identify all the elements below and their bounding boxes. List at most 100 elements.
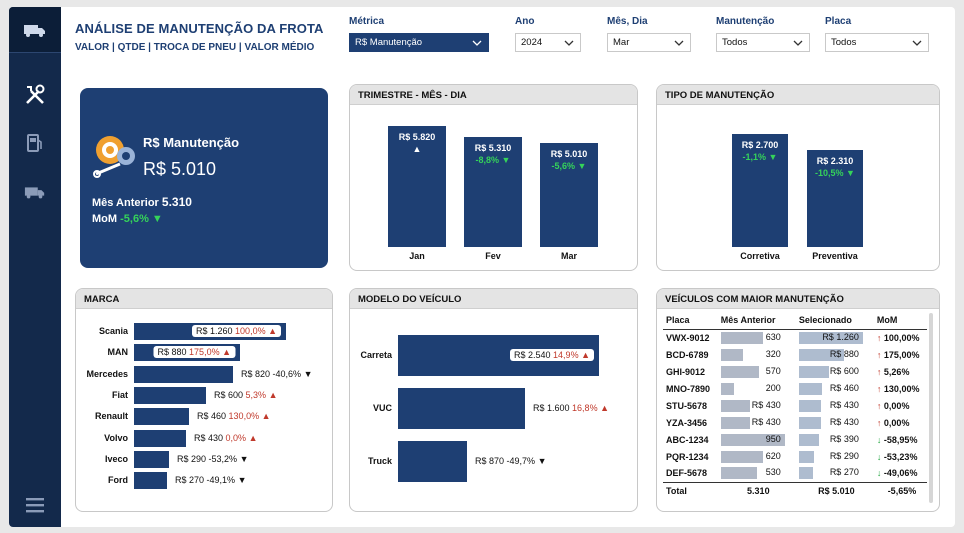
modelo-row[interactable]: Truck R$ 870 -49,7% ▼: [350, 441, 637, 482]
modelo-bar-delta: -49,7%: [506, 456, 536, 466]
tipo-bar[interactable]: R$ 2.310 -10,5% ▼: [807, 150, 863, 247]
triangle-down-icon: ▼: [535, 456, 547, 466]
table-row[interactable]: YZA-3456 R$ 430 R$ 430 ↑ 0,00%: [663, 414, 927, 431]
marca-row-name: Scania: [98, 326, 128, 336]
trimestre-bar-delta-text: -8,8%: [475, 155, 500, 165]
metric-filter: Métrica R$ Manutenção: [349, 16, 489, 52]
modelo-bar-delta: 14,9%: [553, 350, 579, 360]
marca-bar-delta: 0,0%: [225, 432, 247, 443]
menu-icon[interactable]: [21, 491, 49, 519]
table-row[interactable]: DEF-5678 530 R$ 270 ↓ -49,06%: [663, 465, 927, 482]
page-subtitle[interactable]: VALOR | QTDE | TROCA DE PNEU | VALOR MÉD…: [75, 42, 375, 53]
col-placa[interactable]: Placa: [663, 311, 718, 330]
modelo-row[interactable]: Carreta R$ 2.540 14,9% ▲: [350, 335, 637, 376]
col-selecionado[interactable]: Selecionado: [795, 311, 874, 330]
mes-anterior-fill: [720, 467, 757, 480]
marca-row[interactable]: Renault R$ 460 130,0% ▲: [76, 408, 332, 426]
mes-anterior-value: 620: [765, 450, 781, 461]
metric-select[interactable]: R$ Manutenção: [349, 33, 489, 52]
marca-row[interactable]: Scania R$ 1.260 100,0% ▲: [76, 323, 332, 340]
marca-card: MARCA Scania R$ 1.260 100,0% ▲ MAN R$ 880 1…: [75, 288, 333, 512]
cell-placa: PQR-1234: [666, 451, 709, 462]
chevron-down-icon: [674, 40, 684, 46]
marca-bar-delta: -49,1%: [206, 475, 236, 486]
mes-anterior-fill: [720, 382, 734, 395]
table-row[interactable]: STU-5678 R$ 430 R$ 430 ↑ 0,00%: [663, 397, 927, 414]
col-mes-anterior[interactable]: Mês Anterior: [717, 311, 796, 330]
table-row[interactable]: BCD-6789 320 R$ 880 ↑ 175,00%: [663, 346, 927, 363]
cell-mom: ↑ 5,26%: [874, 363, 927, 380]
trimestre-bar[interactable]: R$ 5.010 -5,6% ▼: [540, 143, 598, 247]
marca-bar-value: R$ 1.260: [196, 326, 233, 336]
fuel-icon[interactable]: [21, 129, 49, 157]
modelo-row[interactable]: VUC R$ 1.600 16,8% ▲: [350, 388, 637, 429]
marca-bar-delta: -53,2%: [208, 453, 238, 464]
cell-mes-anterior: R$ 430: [718, 397, 796, 414]
table-row[interactable]: GHI-9012 570 R$ 600 ↑ 5,26%: [663, 363, 927, 380]
marca-bar-label: R$ 820 -40,6% ▼: [237, 368, 317, 380]
selecionado-value: R$ 430: [829, 399, 859, 410]
cell-selecionado: R$ 270: [796, 465, 874, 482]
marca-row[interactable]: Ford R$ 270 -49,1% ▼: [76, 472, 332, 490]
marca-bar-value: R$ 290: [177, 453, 207, 464]
trimestre-title: TRIMESTRE - MÊS - DIA: [350, 85, 637, 105]
cell-mom: ↓ -58,95%: [874, 431, 927, 448]
tipo-bar[interactable]: R$ 2.700 -1,1% ▼: [732, 134, 788, 247]
modelo-row-name: Carreta: [360, 350, 392, 360]
cell-placa: VWX-9012: [666, 332, 710, 343]
kpi-previous: Mês Anterior 5.310: [92, 195, 192, 209]
modelo-bar-value: R$ 870: [475, 456, 505, 466]
table-row[interactable]: ABC-1234 950 R$ 390 ↓ -58,95%: [663, 431, 927, 448]
marca-row[interactable]: Mercedes R$ 820 -40,6% ▼: [76, 365, 332, 383]
marca-bar-delta: 100,0%: [235, 326, 266, 336]
kpi-previous-value: 5.310: [161, 195, 192, 209]
table-row[interactable]: VWX-9012 630 R$ 1.260 ↑ 100,00%: [663, 329, 927, 346]
triangle-down-icon: ▼: [766, 152, 778, 162]
dashboard: ANÁLISE DE MANUTENÇÃO DA FROTA VALOR | Q…: [9, 7, 955, 527]
col-mom[interactable]: MoM: [873, 311, 927, 330]
mes-anterior-value: 630: [765, 331, 781, 342]
maintenance-label: Manutenção: [716, 16, 775, 27]
total-sel: R$ 5.010: [795, 481, 874, 499]
year-select[interactable]: 2024: [515, 33, 581, 52]
mes-anterior-value: 570: [765, 365, 781, 376]
table-header: Placa Mês Anterior Selecionado MoM: [663, 311, 927, 330]
total-mom: -5,65%: [873, 481, 927, 499]
cell-selecionado: R$ 390: [796, 431, 874, 448]
modelo-bar: [398, 441, 467, 482]
sidebar-home[interactable]: [9, 7, 61, 53]
marca-row-name: Iveco: [104, 453, 128, 464]
triangle-up-icon: ▲: [265, 326, 277, 336]
cell-mom: ↑ 130,00%: [874, 380, 927, 397]
trimestre-x-label: Fev: [485, 251, 501, 261]
tools-icon[interactable]: [21, 81, 49, 109]
marca-row[interactable]: Iveco R$ 290 -53,2% ▼: [76, 450, 332, 468]
cell-mom: ↑ 0,00%: [874, 397, 927, 414]
trimestre-bar-delta: -5,6% ▼: [540, 161, 598, 171]
maintenance-select[interactable]: Todos: [716, 33, 810, 52]
arrow-up-icon: ↑: [876, 417, 884, 428]
mes-anterior-value: 950: [765, 433, 781, 444]
month-filter: Mês, Dia Mar: [607, 16, 691, 52]
kpi-card[interactable]: R$ Manutenção R$ 5.010 Mês Anterior 5.31…: [80, 88, 328, 268]
kpi-previous-label: Mês Anterior: [92, 197, 159, 209]
marca-row[interactable]: Volvo R$ 430 0,0% ▲: [76, 429, 332, 447]
mes-anterior-fill: [720, 348, 743, 361]
tipo-bar-value: R$ 2.310: [816, 156, 854, 166]
truck-icon[interactable]: [21, 178, 49, 206]
trimestre-bar[interactable]: R$ 5.310 -8,8% ▼: [464, 137, 522, 247]
plate-select[interactable]: Todos: [825, 33, 929, 52]
table-row[interactable]: PQR-1234 620 R$ 290 ↓ -53,23%: [663, 448, 927, 465]
trimestre-bar[interactable]: R$ 5.820 ▲: [388, 126, 446, 247]
scrollbar[interactable]: [929, 313, 933, 503]
plate-label: Placa: [825, 16, 852, 27]
marca-bar-label: R$ 270 -49,1% ▼: [171, 474, 251, 486]
month-select[interactable]: Mar: [607, 33, 691, 52]
triangle-up-icon: ▲: [219, 347, 231, 358]
mes-anterior-value: R$ 430: [751, 399, 781, 410]
marca-row-name: MAN: [107, 347, 129, 358]
marca-row[interactable]: MAN R$ 880 175,0% ▲: [76, 344, 332, 362]
marca-row[interactable]: Fiat R$ 600 5,3% ▲: [76, 386, 332, 404]
tipo-bar-value: R$ 2.700: [741, 140, 779, 150]
table-row[interactable]: MNO-7890 200 R$ 460 ↑ 130,00%: [663, 380, 927, 397]
